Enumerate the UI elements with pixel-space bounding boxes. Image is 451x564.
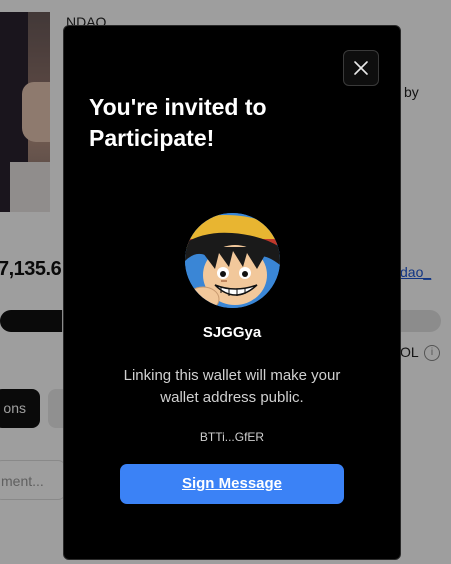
avatar — [185, 213, 280, 308]
close-button[interactable] — [343, 50, 379, 86]
close-icon — [354, 61, 368, 75]
wallet-link-description: Linking this wallet will make your walle… — [123, 367, 341, 406]
invite-modal: You're invited to Participate! SJGGya Li… — [63, 25, 401, 560]
wallet-address: BTTi...GfER — [199, 430, 265, 444]
avatar-image — [185, 213, 280, 308]
username: SJGGya — [202, 324, 262, 341]
sign-message-button[interactable]: Sign Message — [120, 464, 344, 504]
modal-title: You're invited to Participate! — [89, 94, 267, 151]
